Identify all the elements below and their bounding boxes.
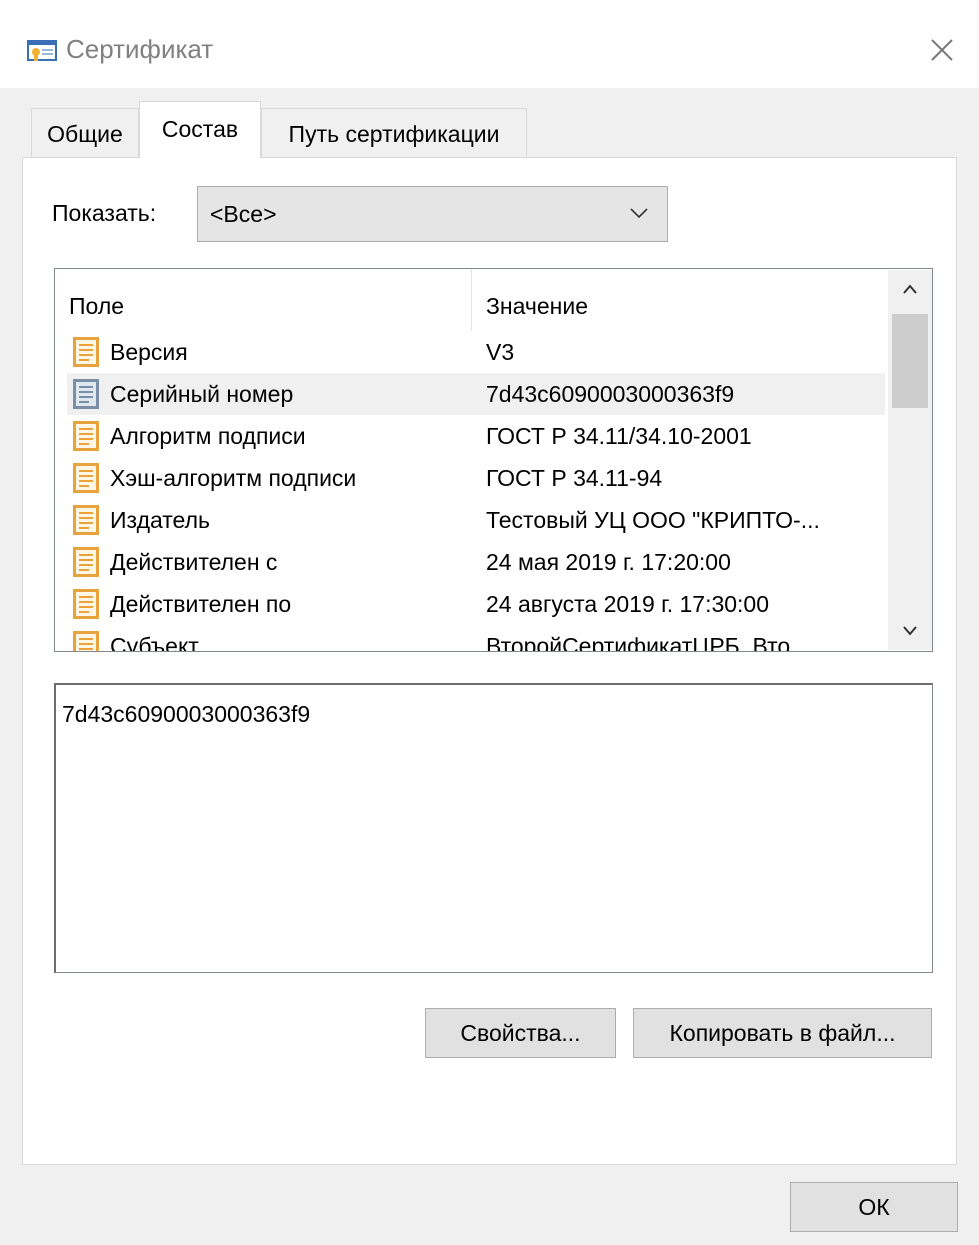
certificate-icon <box>27 40 57 61</box>
row-field-name: Серийный номер <box>110 381 294 407</box>
scrollbar-thumb[interactable] <box>892 314 928 408</box>
column-divider[interactable] <box>471 269 472 331</box>
row-field-name: Версия <box>110 339 188 365</box>
row-field-name: Издатель <box>110 507 210 533</box>
properties-button[interactable]: Свойства... <box>425 1008 616 1058</box>
table-row[interactable]: Действителен по 24 августа 2019 г. 17:30:… <box>67 583 885 625</box>
row-field-value: 24 августа 2019 г. 17:30:00 <box>486 591 770 617</box>
row-field-value: 24 мая 2019 г. 17:20:00 <box>486 549 731 575</box>
row-field-value: V3 <box>486 339 515 365</box>
column-header-value[interactable]: Значение <box>486 293 588 320</box>
certificate-field-icon <box>73 505 99 535</box>
row-field-name: Алгоритм подписи <box>110 423 306 449</box>
scroll-down-arrow-icon[interactable] <box>888 610 932 650</box>
table-row[interactable]: Хэш-алгоритм подписи ГОСТ Р 34.11-94 <box>67 457 885 499</box>
table-row[interactable]: Действителен с 24 мая 2019 г. 17:20:00 <box>67 541 885 583</box>
fields-list[interactable]: Поле Значение Версия V3 Серийный номер 7d43… <box>54 268 933 652</box>
table-row[interactable]: Версия V3 <box>67 331 885 373</box>
row-field-value: ГОСТ Р 34.11-94 <box>486 465 663 491</box>
certificate-field-icon <box>73 379 99 409</box>
tab-general[interactable]: Общие <box>31 108 139 158</box>
title-bar: Сертификат <box>0 0 979 88</box>
show-label: Показать: <box>52 200 157 226</box>
chevron-down-icon <box>630 208 648 219</box>
field-value-text: 7d43c6090003000363f9 <box>62 701 311 727</box>
certificate-field-icon <box>73 589 99 619</box>
close-icon[interactable] <box>918 26 964 72</box>
table-row[interactable]: Алгоритм подписи ГОСТ Р 34.11/34.10-2001 <box>67 415 885 457</box>
copy-to-file-button[interactable]: Копировать в файл... <box>633 1008 932 1058</box>
tab-composition[interactable]: Состав <box>139 101 261 158</box>
show-select-value: <Все> <box>210 201 277 227</box>
row-field-name: Субъект <box>110 633 199 652</box>
row-field-value: ВторойСертификатЦРБ, Вто... <box>486 633 810 652</box>
certificate-field-icon <box>73 631 99 651</box>
ok-button[interactable]: ОК <box>790 1182 958 1232</box>
certificate-field-icon <box>73 421 99 451</box>
column-header-field[interactable]: Поле <box>69 293 124 320</box>
table-row[interactable]: Субъект ВторойСертификатЦРБ, Вто... <box>67 625 885 652</box>
row-field-value: ГОСТ Р 34.11/34.10-2001 <box>486 423 752 449</box>
row-field-value: Тестовый УЦ ООО "КРИПТО-... <box>486 507 820 533</box>
row-field-value: 7d43c6090003000363f9 <box>486 381 735 407</box>
table-row[interactable]: Серийный номер 7d43c6090003000363f9 <box>67 373 885 415</box>
certificate-field-icon <box>73 337 99 367</box>
scroll-up-arrow-icon[interactable] <box>888 270 932 310</box>
certificate-field-icon <box>73 463 99 493</box>
row-field-name: Хэш-алгоритм подписи <box>110 465 357 491</box>
tab-certification-path[interactable]: Путь сертификации <box>261 108 527 158</box>
field-value-textbox[interactable]: 7d43c6090003000363f9 <box>54 683 933 973</box>
window-title: Сертификат <box>66 34 214 64</box>
table-row[interactable]: Издатель Тестовый УЦ ООО "КРИПТО-... <box>67 499 885 541</box>
row-field-name: Действителен по <box>110 591 292 617</box>
show-select[interactable]: <Все> <box>197 186 668 242</box>
certificate-field-icon <box>73 547 99 577</box>
row-field-name: Действителен с <box>110 549 278 575</box>
vertical-scrollbar[interactable] <box>888 270 932 650</box>
